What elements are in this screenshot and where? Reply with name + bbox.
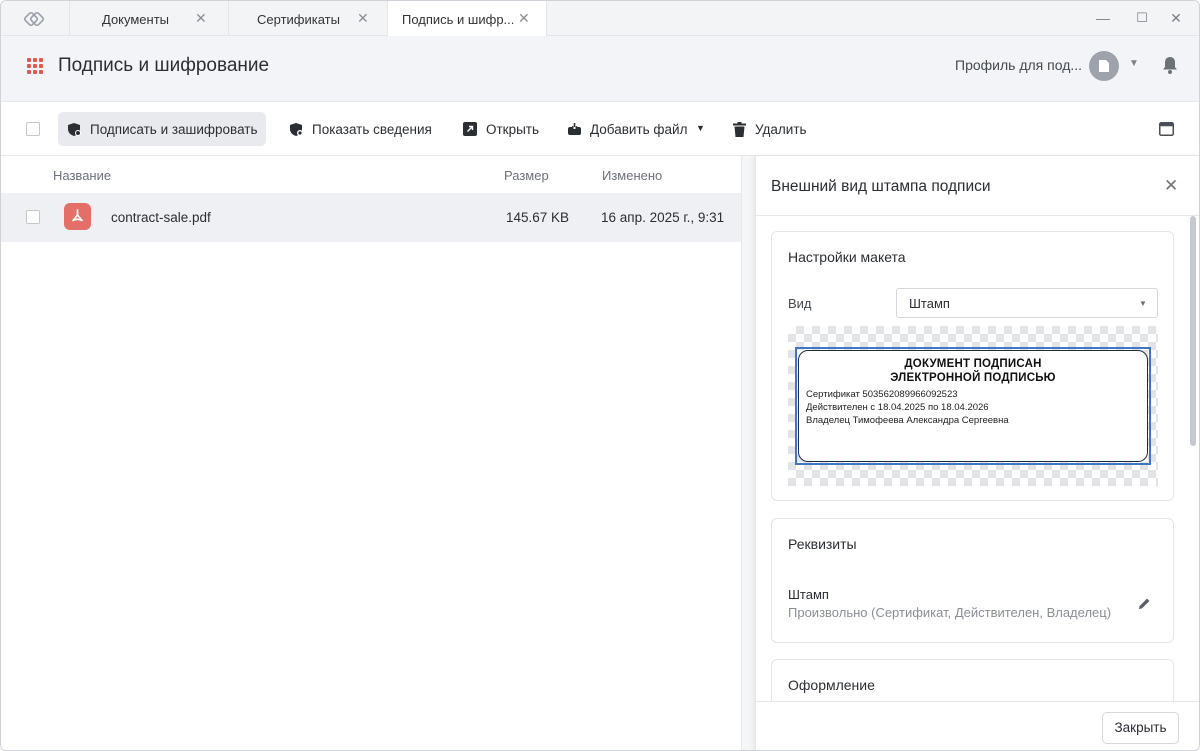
select-all-checkbox[interactable]	[26, 122, 40, 136]
page-title: Подпись и шифрование	[58, 55, 270, 76]
divider	[756, 215, 1199, 216]
stamp-selection-frame[interactable]: ДОКУМЕНТ ПОДПИСАН ЭЛЕКТРОННОЙ ПОДПИСЬЮ С…	[795, 347, 1151, 465]
button-label: Подписать и зашифровать	[90, 122, 258, 137]
app-window: Документы ✕ Сертификаты ✕ Подпись и шифр…	[0, 0, 1200, 751]
tab-label: Документы	[102, 12, 170, 27]
sign-encrypt-button[interactable]: Подписать и зашифровать	[58, 112, 266, 146]
button-label: Открыть	[486, 122, 540, 137]
show-details-button[interactable]: Показать сведения	[280, 112, 440, 146]
tab-sign-encrypt[interactable]: Подпись и шифр... ✕	[387, 1, 547, 37]
document-icon	[1099, 60, 1109, 72]
requisites-card: Реквизиты Штамп Произвольно (Сертификат,…	[771, 518, 1174, 643]
close-icon[interactable]: ✕	[195, 10, 207, 27]
requisite-stamp-value: Произвольно (Сертификат, Действителен, В…	[788, 605, 1112, 620]
view-select[interactable]: Штамп ▼	[896, 288, 1158, 318]
open-external-icon	[463, 122, 477, 136]
tab-certificates[interactable]: Сертификаты ✕	[228, 1, 387, 36]
panel-footer: Закрыть	[756, 701, 1199, 750]
trash-icon	[733, 122, 746, 137]
tab-bar: Документы ✕ Сертификаты ✕ Подпись и шифр…	[1, 1, 1199, 37]
layout-settings-card: Настройки макета Вид Штамп ▼ ДОКУМЕНТ ПО…	[771, 231, 1174, 501]
view-label: Вид	[788, 296, 812, 311]
close-icon[interactable]: ✕	[518, 10, 530, 27]
signature-stamp: ДОКУМЕНТ ПОДПИСАН ЭЛЕКТРОННОЙ ПОДПИСЬЮ С…	[798, 350, 1148, 462]
chevron-down-icon[interactable]: ▼	[1129, 58, 1139, 69]
file-modified: 16 апр. 2025 г., 9:31	[601, 210, 725, 225]
chevron-down-icon[interactable]: ▼	[696, 123, 705, 133]
panel-toggle-icon[interactable]	[1159, 122, 1174, 136]
column-header-size[interactable]: Размер	[504, 168, 549, 183]
close-button[interactable]: Закрыть	[1102, 712, 1179, 744]
file-name: contract-sale.pdf	[111, 210, 211, 225]
card-title: Реквизиты	[788, 536, 857, 552]
pdf-file-icon	[64, 203, 91, 230]
profile-selector[interactable]: Профиль для под...	[955, 57, 1082, 73]
close-icon[interactable]: ✕	[1164, 176, 1178, 196]
splitter[interactable]	[741, 156, 755, 750]
stamp-preview: ДОКУМЕНТ ПОДПИСАН ЭЛЕКТРОННОЙ ПОДПИСЬЮ С…	[788, 326, 1158, 486]
add-file-button[interactable]: Добавить файл ▼	[558, 112, 713, 146]
bell-icon[interactable]	[1161, 55, 1179, 75]
stamp-owner: Владелец Тимофеева Александра Сергеевна	[806, 415, 1009, 426]
panel-title: Внешний вид штампа подписи	[771, 178, 991, 195]
file-list: Название Размер Изменено contract-sale.p…	[1, 156, 741, 750]
stamp-appearance-panel: Внешний вид штампа подписи ✕ Настройки м…	[755, 156, 1199, 750]
shield-lock-icon	[68, 123, 81, 136]
app-logo-icon	[23, 11, 45, 27]
select-value: Штамп	[909, 296, 950, 311]
delete-button[interactable]: Удалить	[724, 112, 819, 146]
pencil-icon[interactable]	[1138, 597, 1151, 610]
card-title: Настройки макета	[788, 249, 906, 265]
table-row[interactable]: contract-sale.pdf 145.67 KB 16 апр. 2025…	[1, 193, 741, 242]
requisite-stamp-label: Штамп	[788, 587, 829, 602]
tab-documents[interactable]: Документы ✕	[69, 1, 228, 36]
button-label: Удалить	[755, 122, 807, 137]
window-close-icon[interactable]: ✕	[1167, 10, 1185, 27]
button-label: Показать сведения	[312, 122, 432, 137]
avatar[interactable]	[1089, 51, 1119, 81]
button-label: Добавить файл	[590, 122, 688, 137]
scrollbar[interactable]	[1190, 216, 1196, 446]
file-size: 145.67 KB	[506, 210, 570, 225]
apps-grid-icon[interactable]	[27, 58, 43, 74]
open-button[interactable]: Открыть	[454, 112, 549, 146]
shield-info-icon	[290, 123, 303, 136]
stamp-validity: Действителен с 18.04.2025 по 18.04.2026	[806, 402, 989, 413]
maximize-icon[interactable]: ☐	[1133, 10, 1151, 26]
page-header: Подпись и шифрование Профиль для под... …	[1, 36, 1199, 102]
stamp-heading-1: ДОКУМЕНТ ПОДПИСАН	[904, 358, 1042, 370]
row-checkbox[interactable]	[26, 210, 40, 224]
minimize-icon[interactable]: —	[1094, 10, 1112, 26]
tab-label: Сертификаты	[257, 12, 340, 27]
stamp-heading-2: ЭЛЕКТРОННОЙ ПОДПИСЬЮ	[890, 372, 1056, 384]
card-title: Оформление	[788, 677, 875, 693]
column-header-modified[interactable]: Изменено	[602, 168, 662, 183]
toolbar: Подписать и зашифровать Показать сведени…	[1, 102, 1199, 156]
column-header-name[interactable]: Название	[53, 168, 111, 183]
tab-label: Подпись и шифр...	[402, 12, 515, 27]
add-file-icon	[568, 123, 581, 135]
close-icon[interactable]: ✕	[357, 10, 369, 27]
stamp-certificate: Сертификат 503562089966092523	[806, 389, 958, 400]
chevron-down-icon: ▼	[1139, 299, 1147, 308]
